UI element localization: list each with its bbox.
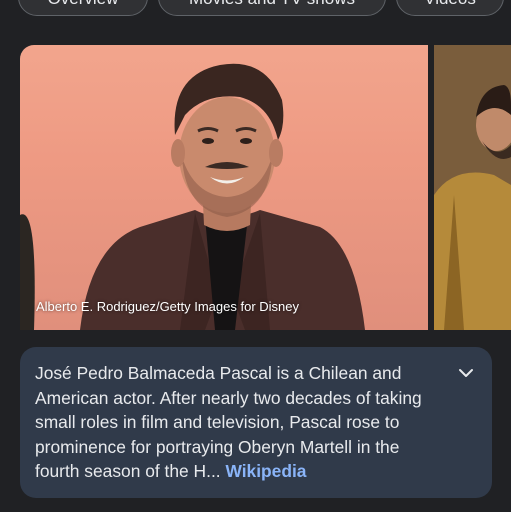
tab-bar: Overview Movies and TV shows Videos (0, 0, 511, 20)
main-photo[interactable]: Alberto E. Rodriguez/Getty Images for Di… (20, 45, 428, 330)
tab-overview[interactable]: Overview (18, 0, 148, 16)
photo-credit: Alberto E. Rodriguez/Getty Images for Di… (36, 299, 300, 314)
image-carousel[interactable]: Alberto E. Rodriguez/Getty Images for Di… (0, 45, 511, 330)
costume-portrait-image (434, 45, 511, 330)
second-photo[interactable] (434, 45, 511, 330)
description-card[interactable]: José Pedro Balmaceda Pascal is a Chilean… (20, 347, 492, 498)
chevron-down-icon[interactable] (456, 363, 476, 383)
tab-movies-and-tv-shows[interactable]: Movies and TV shows (158, 0, 386, 16)
wikipedia-link[interactable]: Wikipedia (225, 461, 306, 481)
actor-portrait-image (20, 63, 365, 330)
tab-videos[interactable]: Videos (396, 0, 504, 16)
